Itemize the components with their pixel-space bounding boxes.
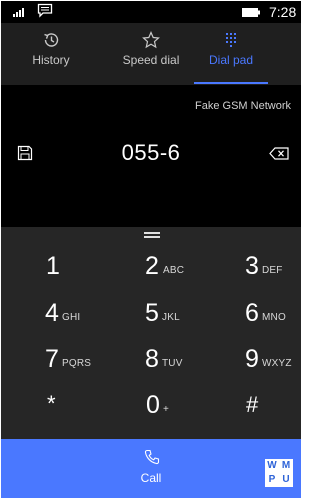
signal-bars-icon — [13, 8, 24, 17]
key-star[interactable]: * — [1, 389, 101, 437]
message-icon — [37, 3, 53, 18]
key-0[interactable]: 0 + — [101, 389, 201, 437]
key-5[interactable]: 5 JKL — [101, 298, 201, 346]
key-digit: 0 — [146, 391, 160, 419]
key-9[interactable]: 9 WXYZ — [201, 344, 301, 392]
key-letters: JKL — [162, 312, 180, 323]
key-letters: TUV — [162, 358, 183, 369]
network-name: Fake GSM Network — [195, 100, 291, 112]
key-digit: * — [47, 391, 56, 416]
logo-letter: M — [281, 460, 291, 471]
logo-letter: W — [267, 460, 277, 471]
key-digit: 6 — [245, 299, 259, 327]
key-digit: 8 — [145, 345, 159, 373]
key-digit: # — [246, 392, 259, 417]
number-display: Fake GSM Network 055-6 — [1, 85, 301, 227]
call-bar: Call W M P U — [1, 439, 301, 498]
status-time: 7:28 — [269, 4, 297, 20]
keypad-collapse-handle[interactable] — [144, 232, 160, 238]
call-label: Call — [140, 471, 162, 485]
key-digit: 3 — [245, 252, 259, 280]
key-letters: GHI — [62, 312, 81, 323]
phone-icon — [144, 449, 160, 465]
battery-icon — [242, 8, 260, 17]
key-6[interactable]: 6 MNO — [201, 298, 301, 346]
key-digit: 9 — [245, 345, 259, 373]
key-3[interactable]: 3 DEF — [201, 250, 301, 298]
call-button[interactable]: Call — [121, 439, 181, 498]
star-icon — [142, 31, 160, 49]
key-letters: PQRS — [62, 358, 92, 369]
key-letters: DEF — [262, 265, 283, 276]
key-digit: 7 — [45, 345, 59, 373]
key-letters: ABC — [163, 265, 185, 276]
dialpad-icon — [226, 33, 236, 47]
logo-letter: U — [282, 474, 290, 485]
status-bar: 7:28 — [1, 1, 301, 23]
key-digit: 2 — [145, 252, 159, 280]
key-letters: + — [163, 404, 170, 415]
key-2[interactable]: 2 ABC — [101, 250, 201, 298]
key-letters: WXYZ — [262, 358, 292, 369]
key-hash[interactable]: # — [201, 389, 301, 437]
tab-bar: History Speed dial Dial pad — [1, 23, 301, 85]
key-1[interactable]: 1 — [1, 250, 101, 298]
active-tab-indicator — [194, 82, 268, 84]
keypad: 1 2 ABC 3 DEF 4 GHI 5 JKL 6 MNO 7 PQRS 8… — [1, 227, 301, 439]
phone-screen: 7:28 History Speed dial Dial pad Fake GS… — [1, 1, 301, 498]
wmpu-logo: W M P U — [265, 459, 293, 487]
key-digit: 5 — [145, 299, 159, 327]
tab-history[interactable]: History — [1, 23, 101, 85]
tab-history-label: History — [32, 53, 70, 67]
backspace-icon[interactable] — [269, 147, 289, 160]
tab-dial-pad[interactable]: Dial pad — [181, 23, 281, 85]
dialed-number: 055-6 — [121, 140, 181, 165]
key-digit: 1 — [46, 252, 60, 280]
key-letters: MNO — [262, 312, 286, 323]
history-icon — [44, 33, 59, 47]
key-digit: 4 — [45, 299, 59, 327]
key-8[interactable]: 8 TUV — [101, 344, 201, 392]
tab-dial-pad-label: Dial pad — [208, 53, 254, 67]
logo-letter: P — [268, 474, 276, 485]
key-7[interactable]: 7 PQRS — [1, 344, 101, 392]
key-4[interactable]: 4 GHI — [1, 298, 101, 346]
